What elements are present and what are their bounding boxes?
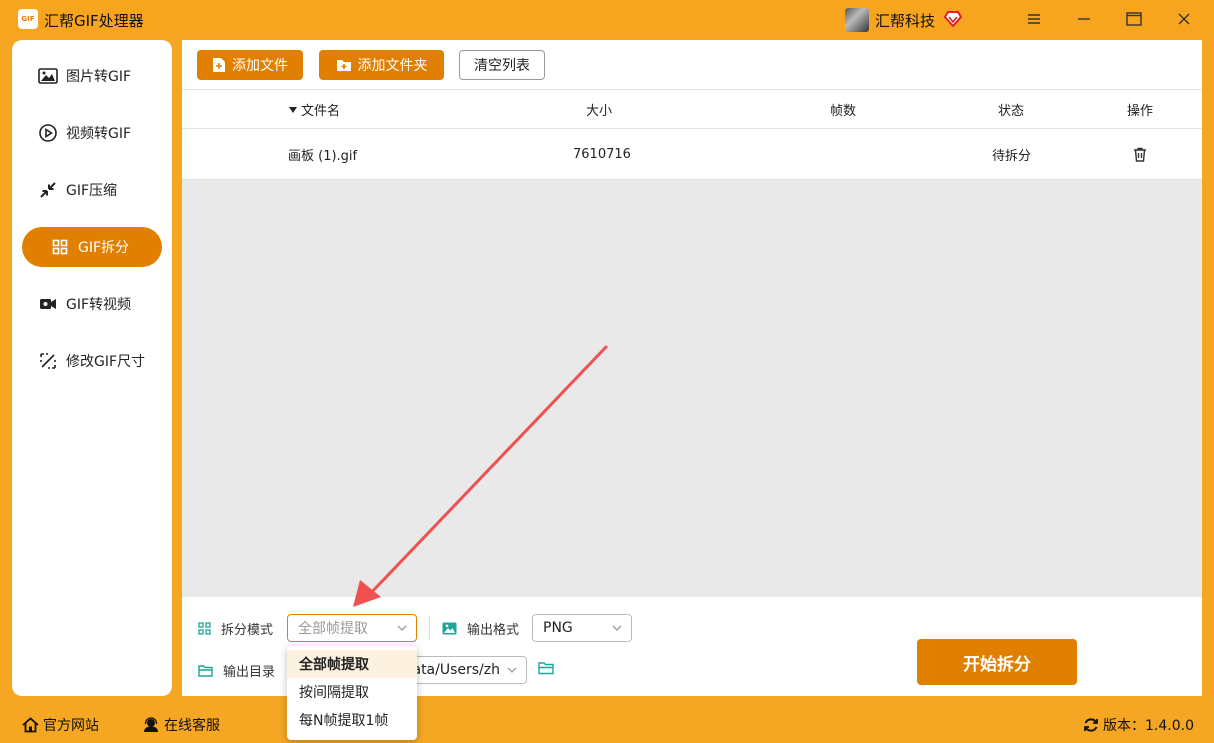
chevron-down-icon bbox=[507, 667, 517, 673]
sidebar-item-label: 视频转GIF bbox=[66, 126, 132, 142]
output-format-label: 输出格式 bbox=[467, 623, 520, 638]
image-format-icon bbox=[442, 622, 457, 635]
column-header-frames[interactable]: 帧数 bbox=[830, 91, 856, 128]
website-link[interactable]: 官方网站 bbox=[22, 715, 99, 735]
avatar[interactable] bbox=[845, 8, 869, 32]
folder-icon bbox=[198, 665, 213, 677]
sidebar-item-label: GIF拆分 bbox=[78, 240, 130, 256]
split-mode-option-all-frames[interactable]: 全部帧提取 bbox=[287, 650, 417, 678]
title-bar: GIF 汇帮GIF处理器 汇帮科技 bbox=[0, 0, 1214, 38]
clear-list-button[interactable]: 清空列表 bbox=[459, 50, 545, 80]
play-icon bbox=[38, 123, 58, 143]
divider bbox=[429, 617, 430, 639]
footer: 官方网站 在线客服 版本：1.4.0.0 bbox=[0, 705, 1214, 743]
main-panel: 添加文件 添加文件夹 清空列表 文件名 大小 帧数 状态 操作 画板 (1).g… bbox=[182, 40, 1202, 696]
column-header-filename[interactable]: 文件名 bbox=[288, 91, 340, 128]
output-format-select[interactable]: PNG bbox=[532, 614, 632, 642]
file-list-empty-area bbox=[182, 180, 1202, 597]
output-dir-value: ata/Users/zh bbox=[412, 662, 500, 678]
split-grid-icon bbox=[50, 237, 70, 257]
sidebar-item-resize-gif[interactable]: 修改GIF尺寸 bbox=[22, 341, 162, 381]
file-size-cell: 7610716 bbox=[573, 147, 631, 162]
split-mode-label: 拆分模式 bbox=[221, 623, 274, 638]
split-mode-value: 全部帧提取 bbox=[298, 621, 368, 637]
maximize-icon[interactable] bbox=[1120, 6, 1148, 32]
menu-icon[interactable] bbox=[1020, 6, 1048, 32]
add-folder-label: 添加文件夹 bbox=[357, 58, 428, 74]
browse-folder-icon[interactable] bbox=[538, 661, 555, 679]
refresh-icon bbox=[1084, 718, 1098, 732]
website-label: 官方网站 bbox=[43, 718, 99, 734]
app-logo: GIF bbox=[18, 9, 38, 29]
sidebar-item-gif-compress[interactable]: GIF压缩 bbox=[22, 170, 162, 210]
output-format-label-group: 输出格式 bbox=[442, 619, 519, 638]
split-mode-label-group: 拆分模式 bbox=[198, 619, 273, 638]
start-split-button[interactable]: 开始拆分 bbox=[917, 639, 1077, 685]
sidebar-item-label: 修改GIF尺寸 bbox=[66, 354, 146, 370]
chevron-down-icon bbox=[612, 625, 622, 631]
toolbar: 添加文件 添加文件夹 清空列表 bbox=[182, 40, 1202, 90]
sidebar-item-video-to-gif[interactable]: 视频转GIF bbox=[22, 113, 162, 153]
chevron-down-icon bbox=[397, 625, 407, 631]
table-row[interactable]: 画板 (1).gif 7610716 待拆分 bbox=[182, 130, 1202, 180]
sidebar: 图片转GIF 视频转GIF GIF压缩 GIF拆分 GIF转视频 修改GIF尺寸 bbox=[12, 40, 172, 696]
sidebar-item-gif-split[interactable]: GIF拆分 bbox=[22, 227, 162, 267]
support-label: 在线客服 bbox=[164, 718, 220, 734]
video-camera-icon bbox=[38, 294, 58, 314]
version-info[interactable]: 版本：1.4.0.0 bbox=[1083, 715, 1194, 735]
sidebar-item-image-to-gif[interactable]: 图片转GIF bbox=[22, 56, 162, 96]
sidebar-item-label: 图片转GIF bbox=[66, 69, 132, 85]
vip-diamond-icon[interactable] bbox=[944, 11, 962, 27]
column-header-actions: 操作 bbox=[1127, 104, 1154, 119]
file-table-header: 文件名 大小 帧数 状态 操作 bbox=[182, 91, 1202, 129]
home-icon bbox=[22, 717, 39, 733]
add-file-label: 添加文件 bbox=[232, 58, 288, 74]
split-mode-select[interactable]: 全部帧提取 bbox=[287, 614, 417, 642]
close-icon[interactable] bbox=[1170, 6, 1198, 32]
output-dir-label-group: 输出目录 bbox=[198, 661, 275, 680]
output-format-value: PNG bbox=[543, 620, 573, 636]
sidebar-item-label: GIF压缩 bbox=[66, 183, 118, 199]
add-folder-icon bbox=[336, 60, 351, 71]
app-title: 汇帮GIF处理器 bbox=[44, 12, 144, 30]
compress-icon bbox=[38, 180, 58, 200]
split-mode-dropdown: 全部帧提取 按间隔提取 每N帧提取1帧 bbox=[287, 646, 417, 740]
output-dir-label: 输出目录 bbox=[223, 665, 276, 680]
add-file-icon bbox=[213, 58, 225, 72]
version-label: 版本：1.4.0.0 bbox=[1103, 718, 1194, 734]
file-name-cell: 画板 (1).gif bbox=[288, 149, 358, 164]
customer-service-icon bbox=[144, 717, 158, 732]
sidebar-item-label: GIF转视频 bbox=[66, 297, 132, 313]
column-header-size[interactable]: 大小 bbox=[586, 91, 612, 128]
add-folder-button[interactable]: 添加文件夹 bbox=[319, 50, 444, 80]
file-status-cell: 待拆分 bbox=[992, 149, 1032, 164]
add-file-button[interactable]: 添加文件 bbox=[197, 50, 303, 80]
minimize-icon[interactable] bbox=[1070, 6, 1098, 32]
support-link[interactable]: 在线客服 bbox=[142, 715, 220, 735]
split-mode-option-interval[interactable]: 按间隔提取 bbox=[287, 678, 417, 706]
split-mode-option-every-n[interactable]: 每N帧提取1帧 bbox=[287, 706, 417, 734]
sort-down-icon bbox=[289, 106, 297, 113]
user-name[interactable]: 汇帮科技 bbox=[875, 10, 935, 31]
resize-icon bbox=[38, 351, 58, 371]
column-header-status[interactable]: 状态 bbox=[998, 91, 1024, 128]
image-icon bbox=[38, 66, 58, 86]
sidebar-item-gif-to-video[interactable]: GIF转视频 bbox=[22, 284, 162, 324]
split-grid-icon bbox=[198, 622, 211, 635]
delete-icon[interactable] bbox=[1133, 130, 1147, 179]
